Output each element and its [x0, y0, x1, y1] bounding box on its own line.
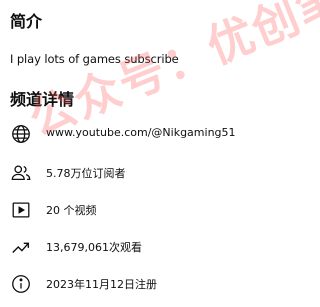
view-count: 13,679,061次观看	[46, 241, 142, 254]
channel-description: I play lots of games subscribe	[10, 52, 179, 66]
joined-date: 2023年11月12日注册	[46, 278, 157, 291]
subscribers-icon	[10, 162, 32, 184]
about-title: 简介	[10, 12, 43, 31]
subscriber-count: 5.78万位订阅者	[46, 167, 126, 180]
subscribers-row: 5.78万位订阅者	[0, 159, 254, 187]
globe-icon	[10, 123, 32, 145]
channel-link-row[interactable]: www.youtube.com/@Nikgaming51	[0, 120, 254, 148]
channel-link[interactable]: www.youtube.com/@Nikgaming51	[46, 126, 236, 139]
views-row: 13,679,061次观看	[0, 233, 254, 261]
videos-row: 20 个视频	[0, 196, 254, 224]
joined-row: 2023年11月12日注册	[0, 270, 254, 298]
video-count: 20 个视频	[46, 204, 97, 217]
trending-icon	[10, 236, 32, 258]
info-icon	[10, 273, 32, 295]
video-icon	[10, 199, 32, 221]
channel-details-title: 频道详情	[10, 90, 75, 109]
